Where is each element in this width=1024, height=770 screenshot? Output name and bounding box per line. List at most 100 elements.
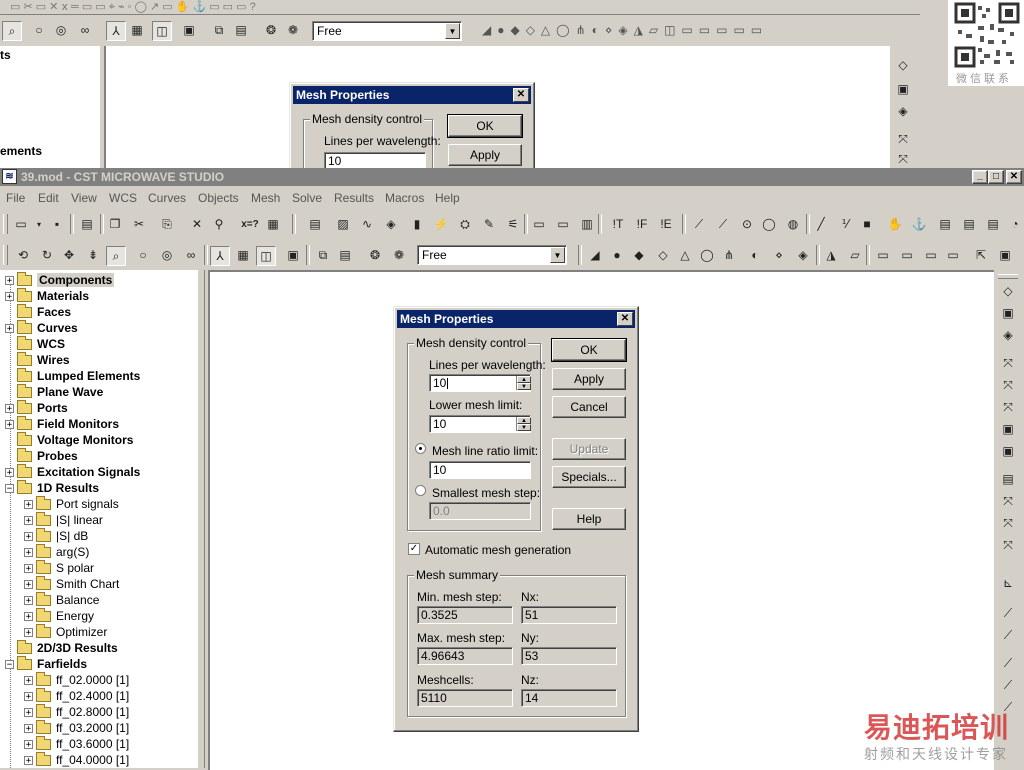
tree-item-label[interactable]: Balance: [56, 593, 99, 607]
tree-item[interactable]: − 1D Results: [5, 479, 99, 496]
delete-icon[interactable]: ✕: [188, 215, 206, 233]
expand-icon[interactable]: +: [5, 275, 14, 285]
transform-icon[interactable]: ⧉: [210, 21, 228, 39]
curve-edit-icon[interactable]: ⟋: [999, 626, 1017, 644]
tree-item-label[interactable]: Farfields: [37, 657, 87, 671]
diagonal-icon[interactable]: ╱: [812, 215, 830, 233]
spin-down-icon[interactable]: ▼: [517, 383, 531, 390]
signal-icon[interactable]: ∿: [358, 215, 376, 233]
expand-icon[interactable]: +: [24, 611, 33, 621]
tree-item-label[interactable]: Plane Wave: [37, 385, 103, 399]
lumped-icon[interactable]: ⚡: [432, 215, 450, 233]
expand-icon[interactable]: +: [24, 627, 33, 637]
axes-icon[interactable]: ⅄: [106, 21, 126, 41]
navigation-tree[interactable]: + Components + Materials Faces + Curves WCS Wire…: [0, 270, 205, 768]
bg-side-icon[interactable]: ◇: [894, 56, 912, 74]
working-plane-combo[interactable]: Free ▼: [417, 245, 567, 265]
spin-up-icon[interactable]: ▲: [517, 417, 531, 424]
tree-item[interactable]: + Optimizer: [24, 623, 107, 640]
list-alt-icon[interactable]: ▤: [960, 215, 978, 233]
menu-mesh[interactable]: Mesh: [251, 191, 280, 205]
cancel-button[interactable]: Cancel: [552, 396, 626, 418]
ring-icon[interactable]: ◍: [784, 215, 802, 233]
wcs-face-icon[interactable]: ▣: [999, 420, 1017, 438]
measure-icon[interactable]: ▦: [264, 215, 282, 233]
bg-side-icon[interactable]: ⤧: [894, 150, 912, 168]
menu-solve[interactable]: Solve: [292, 191, 322, 205]
expand-icon[interactable]: +: [24, 499, 33, 509]
menu-results[interactable]: Results: [334, 191, 374, 205]
extrude-icon[interactable]: ⋔: [720, 246, 738, 264]
cube-icon[interactable]: ◫: [256, 246, 276, 266]
bool-insert-icon[interactable]: ▭: [944, 246, 962, 264]
tree-item-label[interactable]: Energy: [56, 609, 94, 623]
edge-icon[interactable]: ◈: [999, 326, 1017, 344]
e-icon[interactable]: !E: [654, 215, 678, 233]
chevron-down-icon[interactable]: ▼: [445, 23, 460, 39]
expand-icon[interactable]: +: [5, 291, 14, 301]
bool-add-icon[interactable]: ▭: [874, 246, 892, 264]
expand-icon[interactable]: +: [24, 579, 33, 589]
collapse-icon[interactable]: −: [5, 659, 14, 669]
tree-item[interactable]: Faces: [5, 303, 71, 320]
zoom-icon[interactable]: ○: [30, 21, 48, 39]
tree-item[interactable]: + ff_03.6000 [1]: [24, 735, 129, 752]
smallest-step-radio[interactable]: [415, 485, 426, 496]
menu-edit[interactable]: Edit: [38, 191, 59, 205]
glasses-icon[interactable]: ∞: [182, 246, 200, 264]
list-icon[interactable]: ▤: [936, 215, 954, 233]
menu-file[interactable]: File: [6, 191, 25, 205]
tree-item[interactable]: + Port signals: [24, 495, 119, 512]
tree-item[interactable]: + Energy: [24, 607, 94, 624]
tree-item-label[interactable]: Port signals: [56, 497, 119, 511]
bg-ok-button[interactable]: OK: [447, 114, 523, 138]
cone-icon[interactable]: △: [676, 246, 694, 264]
lower-spinner[interactable]: ▲ ▼: [516, 417, 531, 431]
chevron-down-icon[interactable]: ▼: [550, 247, 565, 263]
rotate-icon[interactable]: ⟲: [14, 246, 32, 264]
list-icon[interactable]: ▤: [999, 470, 1017, 488]
tree-item-label[interactable]: ff_04.0000 [1]: [56, 753, 129, 767]
tree-item-label[interactable]: ff_02.0000 [1]: [56, 673, 129, 687]
glasses-icon[interactable]: ∞: [76, 21, 94, 39]
tree-item-label[interactable]: Voltage Monitors: [37, 433, 133, 447]
tree-item[interactable]: + ff_02.4000 [1]: [24, 687, 129, 704]
bg-apply-button[interactable]: Apply: [448, 144, 522, 166]
align-icon[interactable]: ▤: [232, 21, 250, 39]
scale-icon[interactable]: ⊾: [999, 574, 1017, 592]
align-icon[interactable]: ▤: [336, 246, 354, 264]
pick-icon[interactable]: ⚲: [210, 215, 228, 233]
update-button[interactable]: Update: [552, 438, 626, 460]
tree-item[interactable]: Lumped Elements: [5, 367, 140, 384]
calculator-icon[interactable]: x=?: [238, 215, 262, 233]
close-icon[interactable]: ✕: [513, 88, 529, 102]
bg-side-icon[interactable]: ▣: [894, 80, 912, 98]
zoom-box-icon[interactable]: ⌕: [106, 246, 126, 266]
tree-item[interactable]: + arg(S): [24, 543, 89, 560]
shape-icon[interactable]: ◇: [999, 282, 1017, 300]
tree-item[interactable]: + ff_03.2000 [1]: [24, 719, 129, 736]
toolbar-grip[interactable]: [3, 214, 8, 234]
tree-item[interactable]: + Balance: [24, 591, 99, 608]
tree-item[interactable]: + Field Monitors: [5, 415, 119, 432]
elliptic-icon[interactable]: ◇: [654, 246, 672, 264]
pick-face-icon[interactable]: ▣: [996, 246, 1014, 264]
menu-view[interactable]: View: [71, 191, 97, 205]
tree-item[interactable]: + ff_02.0000 [1]: [24, 671, 129, 688]
expand-icon[interactable]: +: [24, 515, 33, 525]
tree-item[interactable]: + ff_02.8000 [1]: [24, 703, 129, 720]
expand-icon[interactable]: +: [24, 707, 33, 717]
help-icon[interactable]: ◔: [1006, 215, 1024, 233]
port-icon[interactable]: ▮: [408, 215, 426, 233]
specials-button[interactable]: Specials...: [552, 466, 626, 488]
expand-icon[interactable]: +: [24, 723, 33, 733]
axis-v-icon[interactable]: ⤧: [999, 514, 1017, 532]
grid-icon[interactable]: ▦: [128, 21, 146, 39]
hand-icon[interactable]: ✋: [886, 215, 904, 233]
cut-icon[interactable]: ✂: [130, 215, 148, 233]
field-icon[interactable]: ⛭: [456, 215, 474, 233]
circle-icon[interactable]: ◯: [760, 215, 778, 233]
tree-item[interactable]: Voltage Monitors: [5, 431, 133, 448]
pan-icon[interactable]: ✥: [60, 246, 78, 264]
tree-item-label[interactable]: ff_03.2000 [1]: [56, 721, 129, 735]
